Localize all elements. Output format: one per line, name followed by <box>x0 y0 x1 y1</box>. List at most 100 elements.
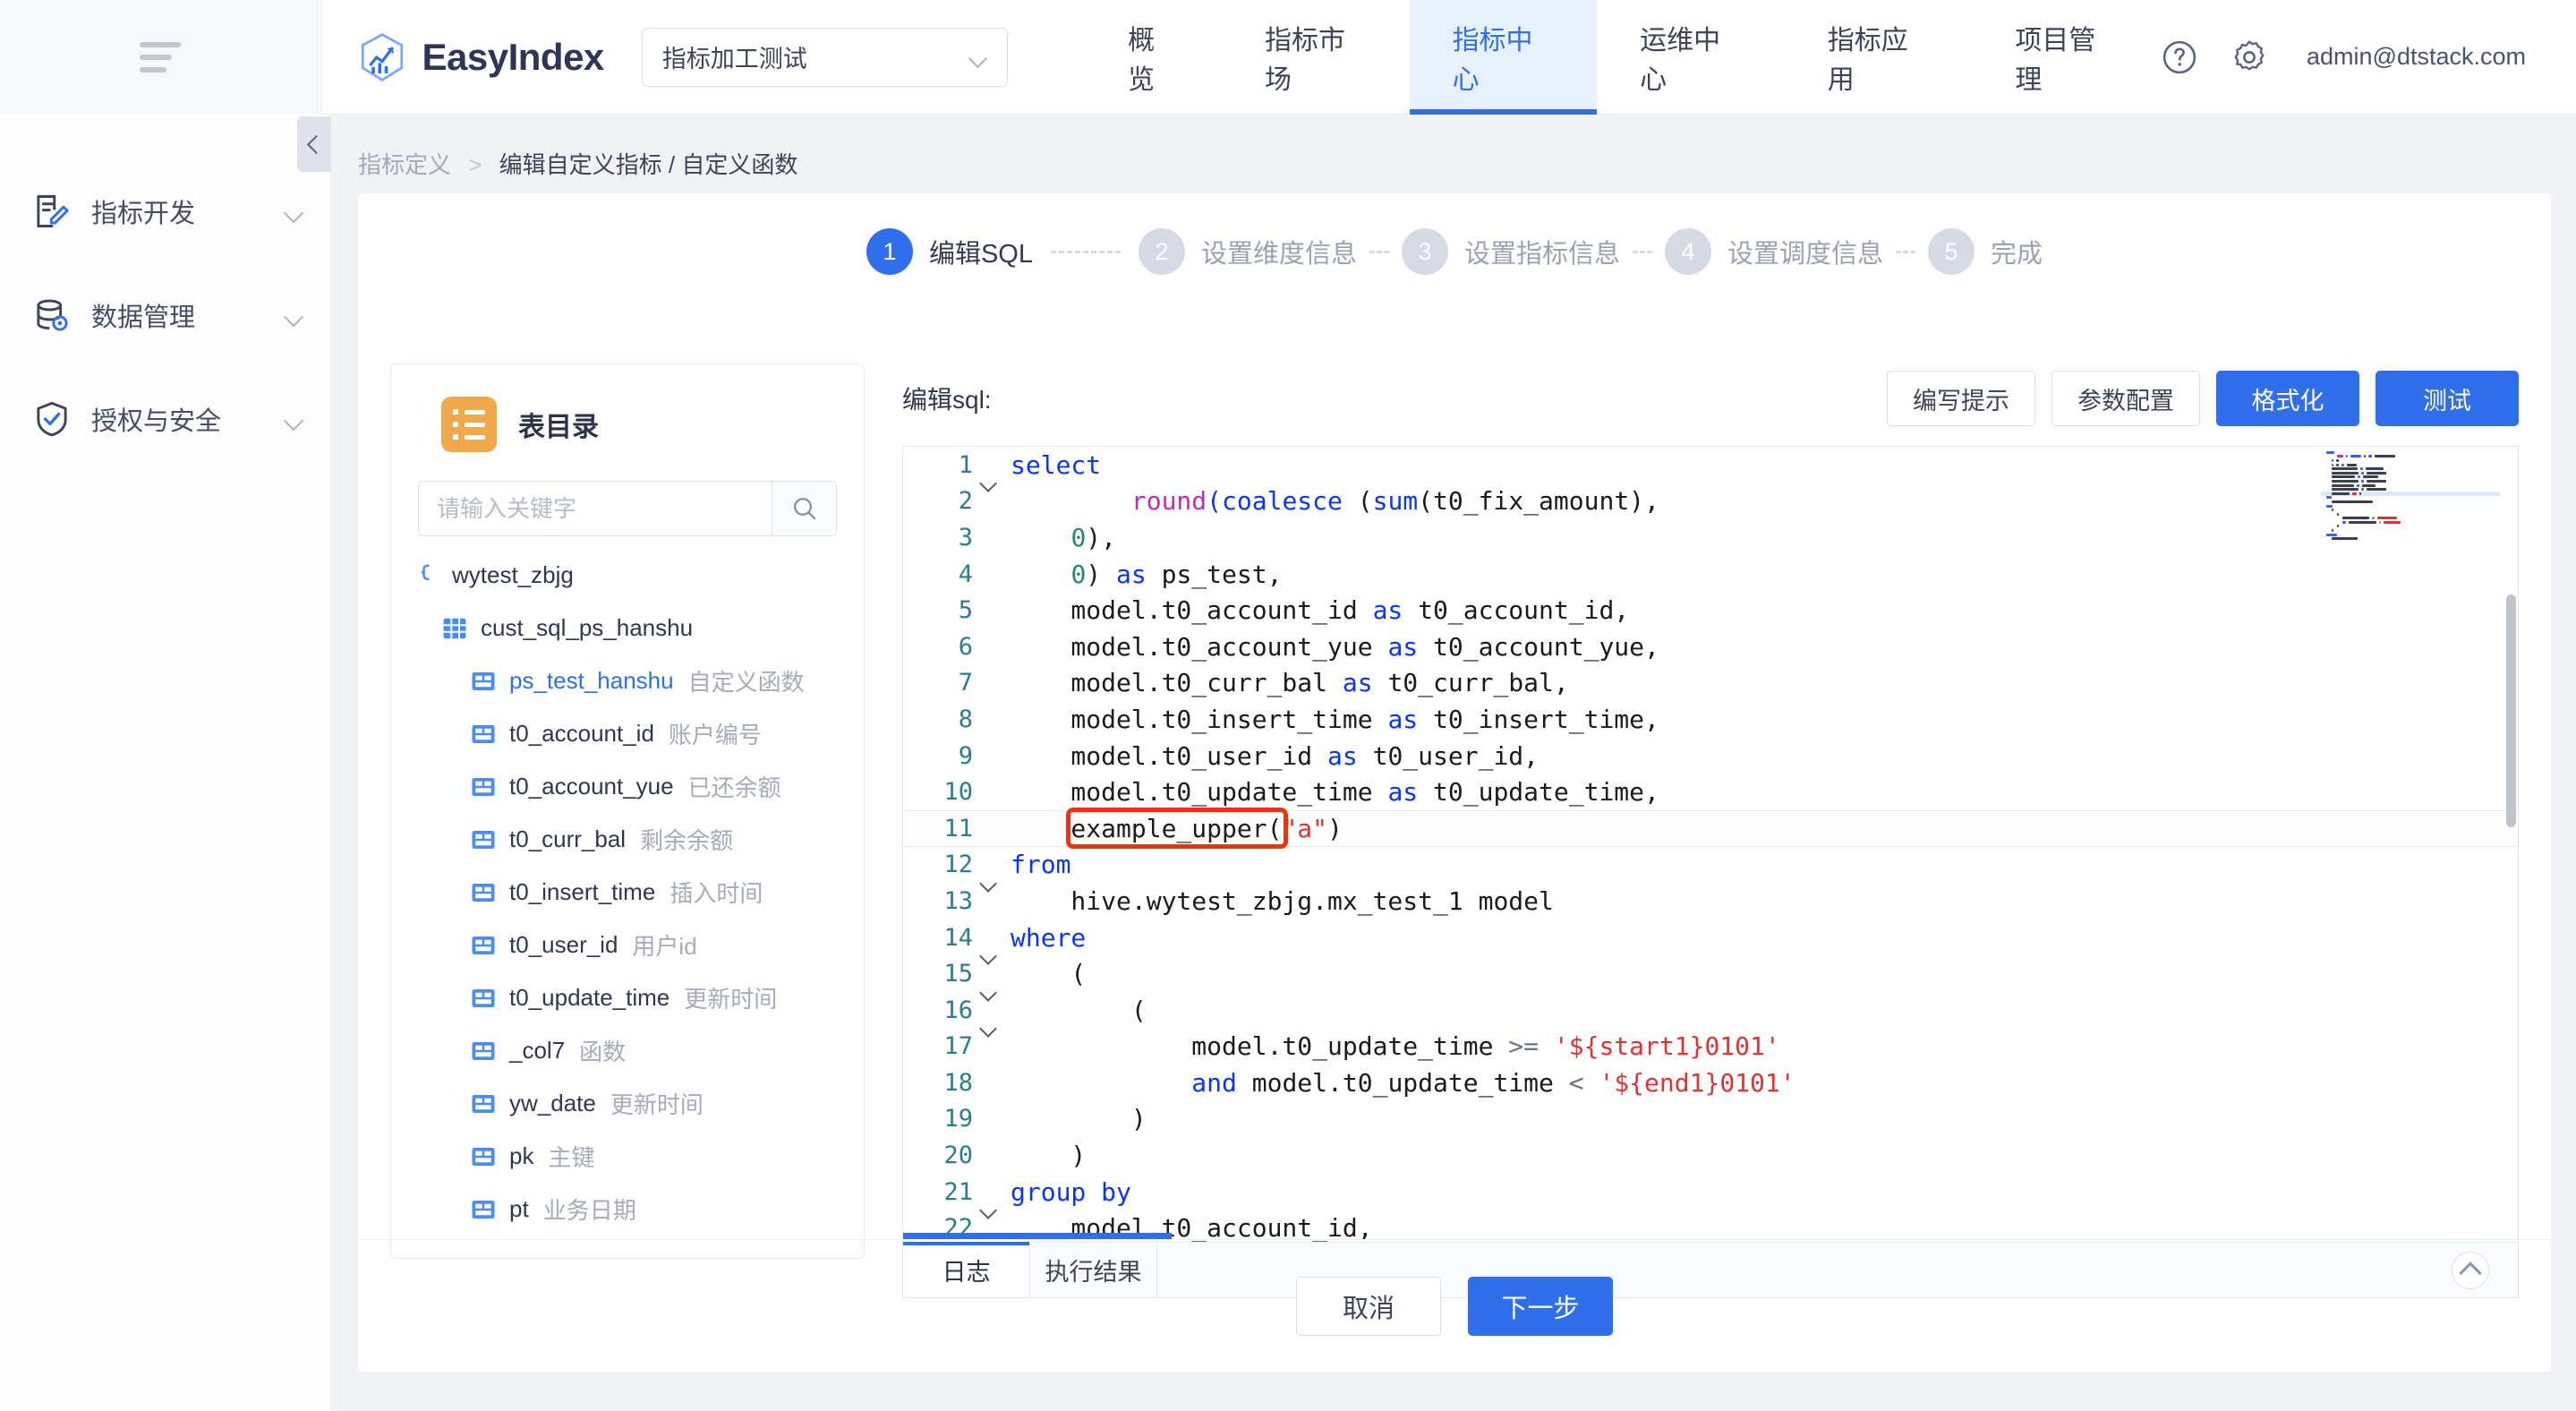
catalog-search[interactable] <box>418 481 837 536</box>
sidebar-item-data-management[interactable]: 数据管理 <box>0 283 330 347</box>
list-catalog-icon <box>441 397 497 452</box>
code-line[interactable]: 7 model.t0_curr_bal as t0_curr_bal, <box>903 665 2518 702</box>
line-number: 1 <box>958 450 973 479</box>
code-line[interactable]: 20 ) <box>903 1137 2518 1174</box>
code-line[interactable]: 5 model.t0_account_id as t0_account_id, <box>903 592 2518 629</box>
project-selector[interactable]: 指标加工测试 <box>641 27 1009 87</box>
nav-item-index-market[interactable]: 指标市场 <box>1222 0 1410 115</box>
code-line[interactable]: 19 ) <box>903 1101 2518 1138</box>
column-icon <box>472 777 495 796</box>
line-number: 10 <box>943 778 973 807</box>
column-icon <box>472 1041 495 1060</box>
code-text: select <box>1011 449 1102 480</box>
code-line[interactable]: 18 and model.t0_update_time < '${end1}01… <box>903 1065 2518 1101</box>
tree-item[interactable]: t0_update_time 更新时间 <box>391 971 864 1024</box>
tree-item-name: ps_test_hanshu <box>509 667 674 694</box>
code-line[interactable]: 10 model.t0_update_time as t0_update_tim… <box>903 774 2518 810</box>
user-account[interactable]: admin@dtstack.com <box>2307 43 2526 71</box>
breadcrumb-root[interactable]: 指标定义 <box>358 151 451 178</box>
chevron-down-icon[interactable] <box>284 310 303 321</box>
tree-item-name: _col7 <box>509 1037 566 1064</box>
code-line[interactable]: 6 model.t0_account_yue as t0_account_yue… <box>903 629 2518 665</box>
tree-item[interactable]: pk 主键 <box>391 1130 864 1183</box>
tree-item[interactable]: t0_insert_time 插入时间 <box>391 866 864 919</box>
nav-item-overview[interactable]: 概览 <box>1085 0 1222 115</box>
step-5-finish[interactable]: 5 完成 <box>1928 228 2043 275</box>
tree-item[interactable]: cust_sql_ps_hanshu <box>391 602 864 654</box>
code-line[interactable]: 2 round(coalesce (sum(t0_fix_amount), <box>903 483 2518 520</box>
code-line[interactable]: 14 where <box>903 919 2518 956</box>
nav-item-ops-center[interactable]: 运维中心 <box>1597 0 1785 115</box>
main-content: 指标定义 > 编辑自定义指标 / 自定义函数 1 编辑SQL 2 设置维度信息 … <box>331 115 2576 1411</box>
step-number: 5 <box>1928 228 1975 275</box>
chevron-down-icon[interactable] <box>284 206 303 218</box>
code-line[interactable]: 21 group by <box>903 1174 2518 1210</box>
nav-item-index-center[interactable]: 指标中心 <box>1409 0 1598 115</box>
nav-item-index-app[interactable]: 指标应用 <box>1785 0 1973 115</box>
code-line[interactable]: 9 model.t0_user_id as t0_user_id, <box>903 738 2518 774</box>
step-connector <box>1050 250 1121 253</box>
code-line[interactable]: 15 ( <box>903 955 2518 992</box>
code-line[interactable]: 4 0) as ps_test, <box>903 556 2518 593</box>
code-text: model.t0_update_time >= '${start1}0101' <box>1011 1031 1780 1062</box>
tree-item-name: pk <box>509 1142 534 1169</box>
table-catalog-title: 表目录 <box>518 413 599 442</box>
code-line[interactable]: 12 from <box>903 847 2518 884</box>
next-step-button[interactable]: 下一步 <box>1468 1276 1613 1336</box>
editor-vertical-scrollbar[interactable] <box>2503 447 2518 1242</box>
code-line[interactable]: 1 select <box>903 447 2518 483</box>
tree-item-comment: 自定义函数 <box>687 669 805 696</box>
line-number: 4 <box>958 560 973 588</box>
sidebar-item-index-development[interactable]: 指标开发 <box>0 179 330 244</box>
sql-code-area[interactable]: 1 select 2 round(coalesce (sum(t0_fix_amou… <box>903 447 2518 1242</box>
menu-toggle-zone[interactable] <box>0 0 322 115</box>
writing-tips-button[interactable]: 编写提示 <box>1887 371 2035 426</box>
chevron-down-icon[interactable] <box>284 414 303 425</box>
code-line[interactable]: 8 model.t0_insert_time as t0_insert_time… <box>903 701 2518 738</box>
tree-item-comment: 更新时间 <box>610 1091 704 1118</box>
code-text: model.t0_account_id as t0_account_id, <box>1011 595 1630 626</box>
test-button[interactable]: 测试 <box>2376 371 2519 426</box>
tree-item[interactable]: t0_account_id 账户编号 <box>391 707 864 760</box>
tree-item-comment: 主键 <box>548 1144 595 1171</box>
code-line[interactable]: 16 ( <box>903 992 2518 1029</box>
nav-item-project-mgmt[interactable]: 项目管理 <box>1972 0 2160 115</box>
code-line[interactable]: 13 hive.wytest_zbjg.mx_test_1 model <box>903 883 2518 919</box>
tree-item[interactable]: wytest_zbjg <box>391 549 864 602</box>
line-number: 16 <box>943 996 973 1024</box>
step-4-schedule-info[interactable]: 4 设置调度信息 <box>1665 228 1883 275</box>
sidebar-collapse-toggle[interactable] <box>297 116 331 172</box>
sidebar-item-auth-security[interactable]: 授权与安全 <box>0 387 330 451</box>
step-3-index-info[interactable]: 3 设置指标信息 <box>1402 228 1620 275</box>
tree-item[interactable]: t0_user_id 用户id <box>391 919 864 971</box>
code-line[interactable]: 11 example_upper("a") <box>903 807 2518 849</box>
question-circle-icon[interactable] <box>2160 38 2199 77</box>
line-number: 7 <box>958 669 973 697</box>
tree-item-comment: 业务日期 <box>542 1197 636 1224</box>
column-icon <box>472 1200 495 1219</box>
tree-item[interactable]: yw_date 更新时间 <box>391 1077 864 1130</box>
search-input[interactable] <box>419 482 772 535</box>
param-config-button[interactable]: 参数配置 <box>2051 371 2200 426</box>
line-number: 13 <box>943 886 973 915</box>
line-number: 17 <box>943 1032 973 1061</box>
code-line[interactable]: 17 model.t0_update_time >= '${start1}010… <box>903 1029 2518 1065</box>
tree-item[interactable]: t0_account_yue 已还余额 <box>391 760 864 813</box>
search-button[interactable] <box>772 482 836 535</box>
step-label: 编辑SQL <box>928 240 1033 269</box>
hamburger-icon[interactable] <box>140 41 182 73</box>
tree-item[interactable]: t0_curr_bal 剩余余额 <box>391 813 864 866</box>
code-line[interactable]: 3 0), <box>903 519 2518 556</box>
cancel-button[interactable]: 取消 <box>1296 1276 1441 1336</box>
sql-editor[interactable]: 1 select 2 round(coalesce (sum(t0_fix_amou… <box>902 446 2519 1298</box>
tree-item[interactable]: _col7 函数 <box>391 1024 864 1077</box>
tree-item[interactable]: ps_test_hanshu 自定义函数 <box>391 654 864 707</box>
tree-item[interactable]: pt 业务日期 <box>391 1183 864 1236</box>
column-icon <box>472 1094 495 1113</box>
gear-icon[interactable] <box>2230 38 2269 77</box>
step-1-edit-sql[interactable]: 1 编辑SQL <box>866 228 1033 275</box>
top-header: EasyIndex 指标加工测试 概览 指标市场 指标中心 运维中心 指标应用 … <box>0 0 2576 115</box>
format-button[interactable]: 格式化 <box>2216 371 2359 426</box>
tree-item-comment: 已还余额 <box>687 774 781 801</box>
step-2-dimension-info[interactable]: 2 设置维度信息 <box>1138 228 1357 275</box>
